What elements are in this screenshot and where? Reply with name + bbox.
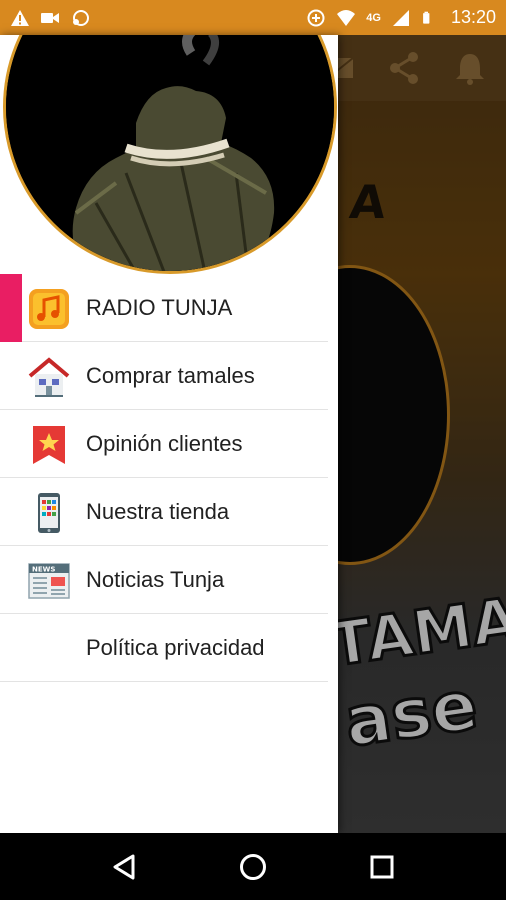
recents-button[interactable] bbox=[362, 847, 402, 887]
recents-icon bbox=[370, 855, 394, 878]
menu-item-label: Nuestra tienda bbox=[86, 498, 230, 524]
menu-item-label: RADIO TUNJA bbox=[86, 294, 233, 320]
status-time: 13:20 bbox=[450, 7, 496, 27]
smartphone-icon bbox=[38, 493, 60, 533]
drawer-menu: RADIO TUNJA Comprar tamales Opinión clie… bbox=[0, 274, 338, 682]
tamal-photo bbox=[3, 35, 337, 274]
warning-icon bbox=[11, 9, 29, 26]
data-saver-icon bbox=[307, 9, 325, 26]
tamal-illustration bbox=[6, 35, 334, 271]
back-button[interactable] bbox=[104, 847, 144, 887]
menu-item-opinion-clientes[interactable]: Opinión clientes bbox=[0, 410, 328, 478]
menu-item-label: Opinión clientes bbox=[86, 430, 243, 456]
status-bar: 4G 13:20 bbox=[0, 0, 506, 35]
menu-item-politica-privacidad[interactable]: Política privacidad bbox=[0, 614, 328, 682]
navigation-drawer: RADIO TUNJA Comprar tamales Opinión clie… bbox=[0, 35, 338, 833]
menu-item-comprar-tamales[interactable]: Comprar tamales bbox=[0, 342, 328, 410]
music-note-icon bbox=[29, 289, 69, 329]
newspaper-icon: NEWS bbox=[28, 563, 70, 599]
system-nav-bar bbox=[0, 833, 506, 900]
screen: 4G 13:20 A TAMAL ase RADIO TUNJA Comprar… bbox=[0, 0, 506, 900]
drawer-header bbox=[0, 35, 338, 274]
menu-item-noticias-tunja[interactable]: NEWS Noticias Tunja bbox=[0, 546, 328, 614]
menu-item-radio-tunja[interactable]: RADIO TUNJA bbox=[0, 274, 328, 342]
star-bookmark-icon bbox=[33, 426, 65, 464]
svg-text:NEWS: NEWS bbox=[32, 566, 55, 574]
menu-item-label: Noticias Tunja bbox=[86, 566, 225, 592]
menu-item-label: Comprar tamales bbox=[86, 362, 255, 388]
menu-item-label: Política privacidad bbox=[86, 634, 265, 660]
battery-icon bbox=[423, 11, 430, 24]
video-icon bbox=[41, 12, 59, 23]
signal-icon bbox=[392, 9, 409, 26]
house-icon bbox=[28, 357, 70, 397]
network-type: 4G bbox=[366, 11, 381, 24]
wifi-icon bbox=[337, 9, 356, 26]
active-indicator bbox=[0, 274, 22, 342]
home-button[interactable] bbox=[233, 847, 273, 887]
back-icon bbox=[113, 854, 135, 879]
home-icon bbox=[239, 853, 266, 880]
cast-icon bbox=[73, 9, 89, 26]
menu-item-nuestra-tienda[interactable]: Nuestra tienda bbox=[0, 478, 328, 546]
